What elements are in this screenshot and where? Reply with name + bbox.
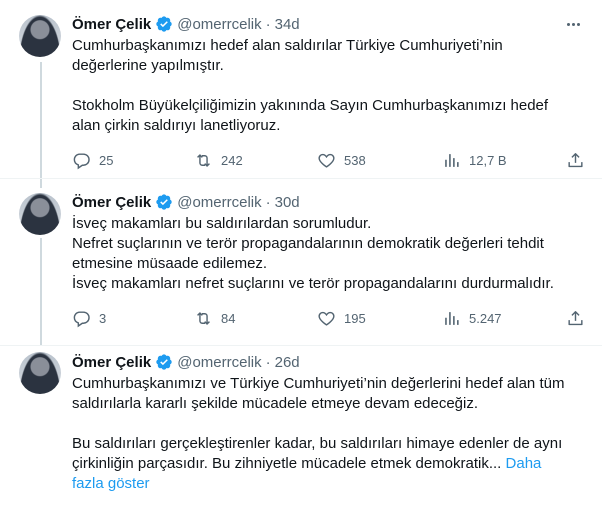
view-count: 12,7 B <box>469 152 507 168</box>
retweet-button[interactable]: 242 <box>194 151 243 170</box>
tweet-text-line: İsveç makamları nefret suçlarını ve terö… <box>72 275 554 292</box>
tweet[interactable]: Ömer Çelik @omerrcelik · 34d Cumhurbaşka… <box>0 0 602 178</box>
heart-icon <box>318 311 335 326</box>
analytics-bar-icon <box>445 153 459 167</box>
like-count: 538 <box>344 152 366 168</box>
tweet[interactable]: Ömer Çelik @omerrcelik · 30d İsveç makam… <box>0 178 602 345</box>
tweet-text: İsveç makamları bu saldırılardan sorumlu… <box>72 214 586 294</box>
author-handle[interactable]: @omerrcelik <box>177 16 261 33</box>
reply-count: 3 <box>99 310 107 326</box>
heart-icon <box>318 153 335 168</box>
author-handle[interactable]: @omerrcelik <box>177 354 261 371</box>
tweet-text: Cumhurbaşkanımızı hedef alan saldırılar … <box>72 36 586 136</box>
tweet-text-truncated: çirkinliğin parçasıdır. Bu zihniyetle mü… <box>72 455 502 472</box>
retweet-button[interactable]: 84 <box>194 309 235 328</box>
tweet-text-line: değerlerine yapılmıştır. <box>72 57 224 74</box>
tweet-text-line: İsveç makamları bu saldırılardan sorumlu… <box>72 215 372 232</box>
views-button[interactable]: 5.247 <box>442 309 502 328</box>
tweet-timestamp[interactable]: 30d <box>275 194 300 211</box>
tweet-text-line: Bu saldırıları gerçekleştirenler kadar, … <box>72 435 563 452</box>
retweet-count: 242 <box>221 152 243 168</box>
verified-badge-icon <box>156 354 172 370</box>
like-button[interactable]: 195 <box>317 309 366 328</box>
more-options-icon[interactable] <box>560 14 586 34</box>
separator-dot: · <box>265 193 271 211</box>
tweet-timestamp[interactable]: 26d <box>275 354 300 371</box>
tweet-actions: 3 84 195 5.247 <box>0 308 602 328</box>
retweet-count: 84 <box>221 310 236 326</box>
tweet-text-line: Stokholm Büyükelçiliğimizin yakınında Sa… <box>72 97 549 114</box>
show-more-link[interactable]: Daha <box>506 455 542 472</box>
tweet-text-line: Nefret suçlarının ve terör propagandalar… <box>72 235 544 252</box>
show-more-link-continued[interactable]: fazla göster <box>72 475 150 492</box>
tweet-header: Ömer Çelik @omerrcelik · 34d <box>72 14 586 34</box>
reply-icon <box>73 152 90 169</box>
reply-button[interactable]: 3 <box>72 309 106 328</box>
tweet-text-line: etmesine müsaade edilemez. <box>72 255 268 272</box>
tweet-header: Ömer Çelik @omerrcelik · 30d <box>72 192 586 212</box>
share-icon <box>568 152 583 167</box>
tweet[interactable]: Ömer Çelik @omerrcelik · 26d Cumhurbaşka… <box>0 338 602 505</box>
views-button[interactable]: 12,7 B <box>442 151 507 170</box>
author-name[interactable]: Ömer Çelik <box>72 16 151 33</box>
retweet-icon <box>197 311 210 325</box>
tweet-text-line: saldırılarla kararlı şekilde mücadele et… <box>72 395 479 412</box>
separator-dot: · <box>265 353 271 371</box>
tweet-text-line: fazla göster <box>72 474 586 494</box>
view-count: 5.247 <box>469 310 502 326</box>
share-button[interactable] <box>566 309 585 328</box>
tweet-header: Ömer Çelik @omerrcelik · 26d <box>72 352 586 372</box>
avatar[interactable] <box>19 352 61 394</box>
author-name[interactable]: Ömer Çelik <box>72 194 151 211</box>
reply-icon <box>73 310 90 327</box>
tweet-text: Cumhurbaşkanımızı ve Türkiye Cumhuriyeti… <box>72 374 586 494</box>
verified-badge-icon <box>156 16 172 32</box>
author-name[interactable]: Ömer Çelik <box>72 354 151 371</box>
tweet-actions: 25 242 538 12,7 B <box>0 150 602 170</box>
like-button[interactable]: 538 <box>317 151 366 170</box>
reply-count: 25 <box>99 152 114 168</box>
tweet-text-line: Cumhurbaşkanımızı ve Türkiye Cumhuriyeti… <box>72 375 565 392</box>
tweet-text-line: çirkinliğin parçasıdır. Bu zihniyetle mü… <box>72 454 586 474</box>
verified-badge-icon <box>156 194 172 210</box>
analytics-bar-icon <box>445 311 459 325</box>
avatar[interactable] <box>19 193 61 235</box>
like-count: 195 <box>344 310 366 326</box>
retweet-icon <box>197 153 210 167</box>
share-icon <box>568 310 583 325</box>
avatar[interactable] <box>19 15 61 57</box>
tweet-timestamp[interactable]: 34d <box>275 16 300 33</box>
tweet-text-line: alan çirkin saldırıyı lanetliyoruz. <box>72 117 281 134</box>
reply-button[interactable]: 25 <box>72 151 113 170</box>
share-button[interactable] <box>566 151 585 170</box>
tweet-text-line: Cumhurbaşkanımızı hedef alan saldırılar … <box>72 37 503 54</box>
author-handle[interactable]: @omerrcelik <box>177 194 261 211</box>
separator-dot: · <box>265 15 271 33</box>
